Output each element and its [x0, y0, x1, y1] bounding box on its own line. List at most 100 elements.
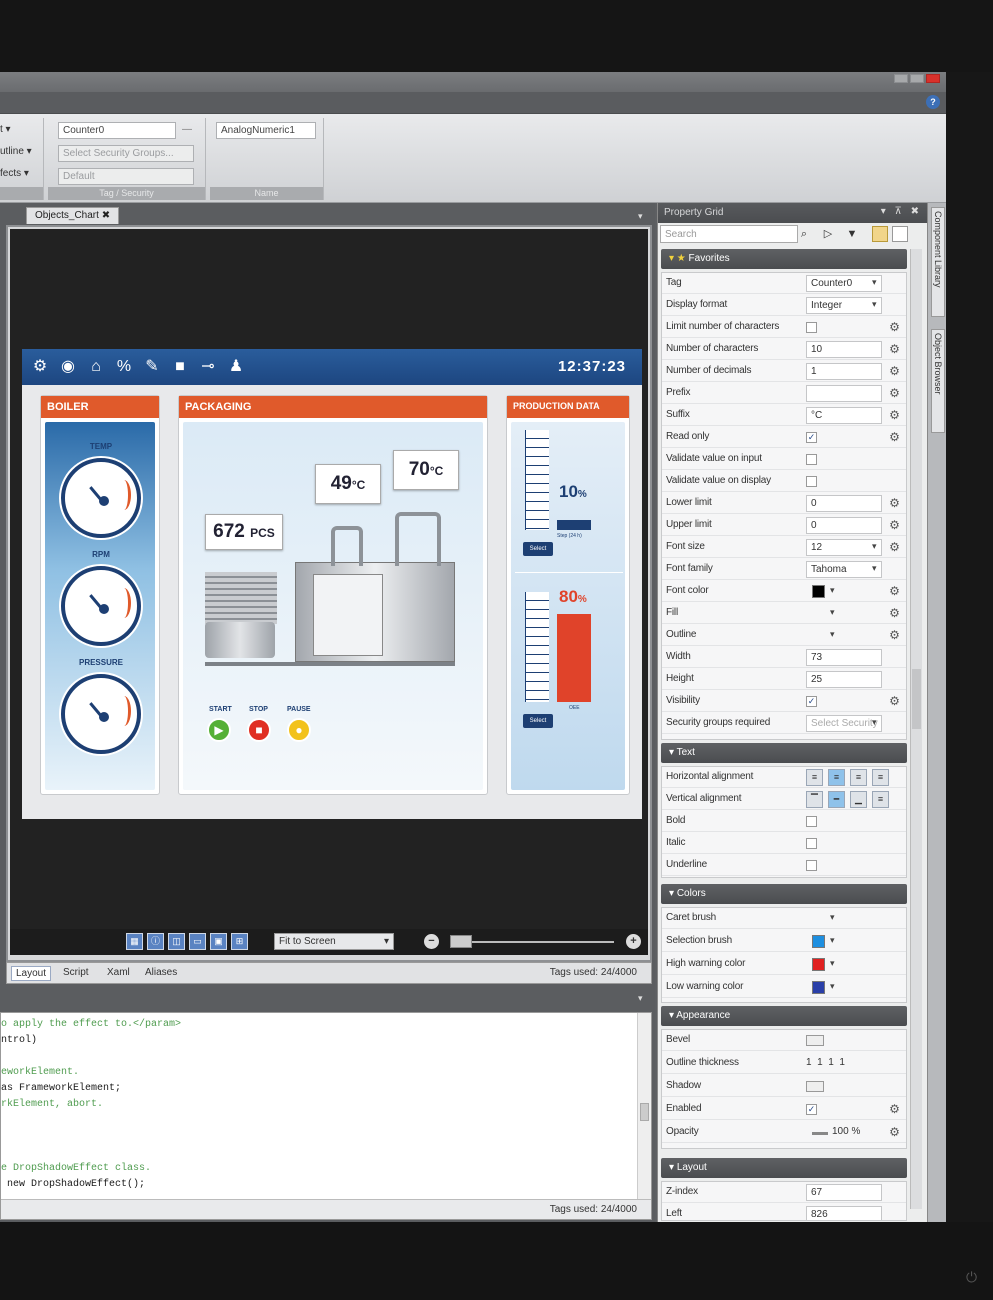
- chevron-down-icon[interactable]: ▾: [830, 958, 835, 969]
- property-input[interactable]: 0: [806, 495, 882, 512]
- tab-layout[interactable]: Layout: [11, 966, 52, 981]
- code-scrollbar[interactable]: [637, 1013, 651, 1201]
- object-browser-tab[interactable]: Object Browser: [931, 329, 945, 433]
- property-input[interactable]: [806, 385, 882, 402]
- chevron-down-icon[interactable]: ▾: [830, 935, 835, 946]
- property-checkbox[interactable]: ✓: [806, 1104, 817, 1115]
- gear-icon[interactable]: ⚙: [888, 321, 901, 334]
- power-icon[interactable]: ⏻: [966, 1270, 980, 1284]
- text-section-header[interactable]: ▾ Text: [661, 743, 907, 763]
- property-select[interactable]: Tahoma: [806, 561, 882, 578]
- property-input[interactable]: 1: [806, 363, 882, 380]
- vertical-align-icon[interactable]: ━: [828, 791, 845, 808]
- gear-icon[interactable]: ⚙: [888, 629, 901, 642]
- document-tab[interactable]: Objects_Chart ✖: [26, 207, 120, 224]
- gear-icon[interactable]: ⚙: [888, 695, 901, 708]
- tab-menu-icon[interactable]: ▾: [638, 211, 643, 222]
- property-checkbox[interactable]: ✓: [806, 696, 817, 707]
- grid-tool-icon[interactable]: ▦: [126, 933, 143, 950]
- property-input[interactable]: 0: [806, 517, 882, 534]
- snap-tool-icon[interactable]: ⊞: [231, 933, 248, 950]
- filter-icon[interactable]: ▼: [844, 226, 860, 242]
- property-select[interactable]: Select Security: [806, 715, 882, 732]
- layout-section-header[interactable]: ▾ Layout: [661, 1158, 907, 1178]
- code-panel-menu-icon[interactable]: ▾: [638, 993, 643, 1004]
- gear-icon[interactable]: ⚙: [888, 541, 901, 554]
- appearance-section-header[interactable]: ▾ Appearance: [661, 1006, 907, 1026]
- chevron-down-icon[interactable]: ▾: [830, 912, 835, 923]
- design-canvas[interactable]: ⚙ ◉ ⌂ % ✎ ■ ⊸ ♟ 12:37:23 BOILER TEMP RPM…: [10, 229, 648, 955]
- minimize-button[interactable]: [894, 74, 908, 83]
- favorites-section-header[interactable]: ▾ ★ Favorites: [661, 249, 907, 269]
- zoom-slider-thumb[interactable]: [450, 935, 472, 948]
- name-field[interactable]: AnalogNumeric1: [216, 122, 316, 139]
- toggle-box[interactable]: [806, 1035, 824, 1046]
- gear-icon[interactable]: ⚙: [888, 343, 901, 356]
- security-groups-select[interactable]: Select Security Groups...: [58, 145, 194, 162]
- horizontal-align-icon[interactable]: ≡: [828, 769, 845, 786]
- gear-icon[interactable]: ⚙: [888, 387, 901, 400]
- property-select[interactable]: 12: [806, 539, 882, 556]
- property-checkbox[interactable]: [806, 816, 817, 827]
- property-checkbox[interactable]: [806, 476, 817, 487]
- property-input[interactable]: °C: [806, 407, 882, 424]
- gear-icon[interactable]: ⚙: [888, 585, 901, 598]
- code-editor[interactable]: o apply the effect to.</param> ntrol) ewor…: [0, 1012, 652, 1220]
- horizontal-align-icon[interactable]: ≡: [872, 769, 889, 786]
- comment-tool-icon[interactable]: ▭: [189, 933, 206, 950]
- gear-icon[interactable]: ⚙: [888, 365, 901, 378]
- ribbon-item-1[interactable]: t ▾: [0, 124, 11, 135]
- close-button[interactable]: [926, 74, 940, 83]
- preview-tool-icon[interactable]: ◫: [168, 933, 185, 950]
- property-search-input[interactable]: Search: [660, 225, 798, 243]
- property-select[interactable]: Counter0: [806, 275, 882, 292]
- folder-icon[interactable]: [872, 226, 888, 242]
- info-tool-icon[interactable]: ⓘ: [147, 933, 164, 950]
- maximize-button[interactable]: [910, 74, 924, 83]
- page-icon[interactable]: [892, 226, 908, 242]
- property-input[interactable]: 25: [806, 671, 882, 688]
- gear-icon[interactable]: ⚙: [888, 519, 901, 532]
- gear-icon[interactable]: ⚙: [888, 431, 901, 444]
- opacity-value[interactable]: 100 %: [832, 1126, 860, 1137]
- screen-tool-icon[interactable]: ▣: [210, 933, 227, 950]
- tag-select[interactable]: Counter0: [58, 122, 176, 139]
- vertical-align-icon[interactable]: ≡: [872, 791, 889, 808]
- horizontal-align-icon[interactable]: ≡: [806, 769, 823, 786]
- property-checkbox[interactable]: [806, 860, 817, 871]
- code-scroll-thumb[interactable]: [640, 1103, 649, 1121]
- tag-select-extra[interactable]: —: [182, 124, 192, 135]
- colors-section-header[interactable]: ▾ Colors: [661, 884, 907, 904]
- search-icon[interactable]: ⌕: [796, 226, 812, 242]
- tab-script[interactable]: Script: [59, 966, 93, 979]
- chevron-down-icon[interactable]: ▾: [830, 981, 835, 992]
- toggle-box[interactable]: [806, 1081, 824, 1092]
- property-input[interactable]: 73: [806, 649, 882, 666]
- opacity-slider[interactable]: [812, 1132, 828, 1135]
- panel-controls[interactable]: ▾ ⊼ ✖: [881, 206, 922, 217]
- close-tab-icon[interactable]: ✖: [102, 210, 110, 221]
- property-checkbox[interactable]: [806, 322, 817, 333]
- vertical-align-icon[interactable]: ▔: [806, 791, 823, 808]
- property-input[interactable]: 67: [806, 1184, 882, 1201]
- chevron-down-icon[interactable]: ▾: [830, 585, 835, 596]
- zoom-out-button[interactable]: −: [424, 934, 439, 949]
- property-checkbox[interactable]: ✓: [806, 432, 817, 443]
- component-library-tab[interactable]: Component Library: [931, 207, 945, 317]
- property-input[interactable]: 10: [806, 341, 882, 358]
- property-grid-scroll-thumb[interactable]: [912, 669, 921, 729]
- default-field[interactable]: Default: [58, 168, 194, 185]
- chevron-down-icon[interactable]: ▾: [830, 607, 835, 618]
- gear-icon[interactable]: ⚙: [888, 1103, 901, 1116]
- ribbon-item-outline[interactable]: utline ▾: [0, 146, 32, 157]
- property-checkbox[interactable]: [806, 838, 817, 849]
- play-icon[interactable]: ▷: [820, 226, 836, 242]
- zoom-in-button[interactable]: +: [626, 934, 641, 949]
- property-grid-scrollbar[interactable]: [910, 249, 922, 1209]
- property-select[interactable]: Integer: [806, 297, 882, 314]
- ribbon-item-effects[interactable]: fects ▾: [0, 168, 29, 179]
- gear-icon[interactable]: ⚙: [888, 409, 901, 422]
- tab-aliases[interactable]: Aliases: [141, 966, 181, 979]
- color-swatch[interactable]: [812, 981, 825, 994]
- chevron-down-icon[interactable]: ▾: [830, 629, 835, 640]
